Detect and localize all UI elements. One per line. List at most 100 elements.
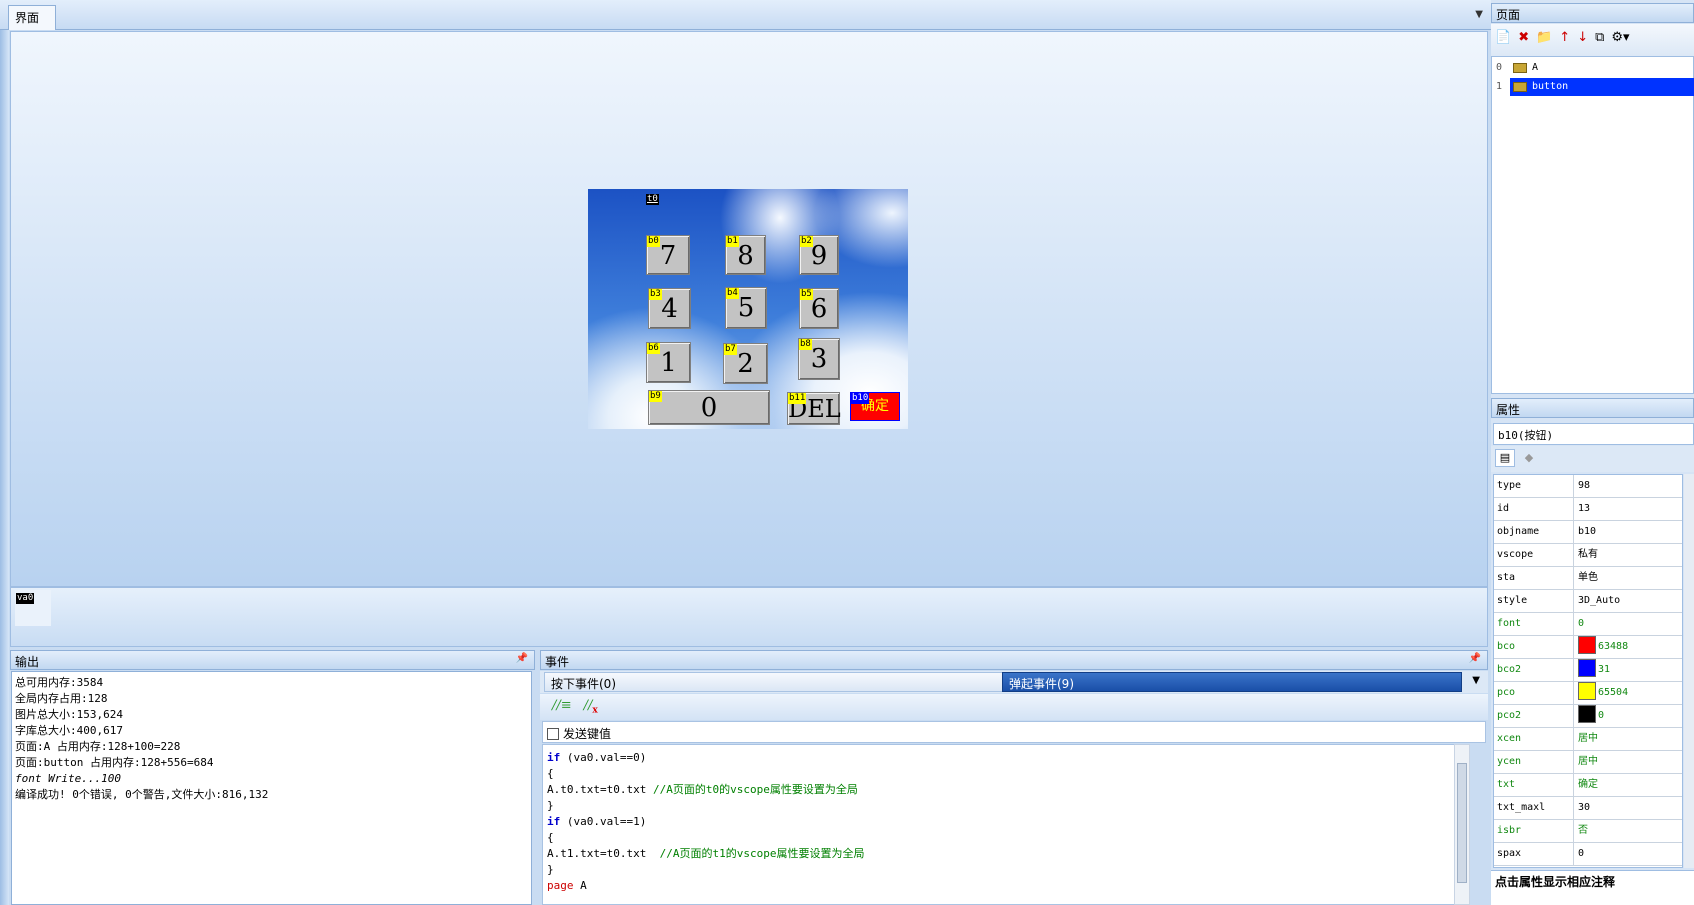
property-value[interactable]: 63488 xyxy=(1575,636,1681,658)
key-6-button[interactable]: b5 6 xyxy=(799,288,839,329)
key-label: 1 xyxy=(660,348,677,378)
key-tag: b0 xyxy=(647,236,660,247)
uncomment-icon[interactable]: //x xyxy=(584,698,598,716)
table-row[interactable]: type 98 xyxy=(1494,475,1682,498)
va0-tag[interactable]: va0 xyxy=(16,593,35,604)
table-row[interactable]: bco2 31 xyxy=(1494,659,1682,682)
add-page-icon[interactable]: 📄 xyxy=(1495,30,1511,45)
table-row[interactable]: objname b10 xyxy=(1494,521,1682,544)
property-value[interactable]: 否 xyxy=(1575,820,1681,842)
key-3-button[interactable]: b8 3 xyxy=(798,338,840,380)
send-key-row: 发送键值 xyxy=(542,721,1486,743)
del-button[interactable]: b11 DEL xyxy=(787,392,841,425)
confirm-button[interactable]: b10 确定 xyxy=(850,392,900,421)
property-key: id xyxy=(1494,498,1574,520)
table-row[interactable]: pco2 0 xyxy=(1494,705,1682,728)
key-4-button[interactable]: b3 4 xyxy=(648,288,691,329)
key-label: 0 xyxy=(700,393,718,423)
list-item[interactable]: 1 button xyxy=(1492,78,1694,96)
property-scrollbar[interactable] xyxy=(1684,474,1694,868)
tab-press-event[interactable]: 按下事件(0) xyxy=(544,672,1004,692)
output-title: 输出 xyxy=(15,655,40,669)
key-9-button[interactable]: b2 9 xyxy=(799,235,839,275)
color-swatch xyxy=(1578,682,1596,700)
table-row[interactable]: ycen 居中 xyxy=(1494,751,1682,774)
table-row[interactable]: sta 单色 xyxy=(1494,567,1682,590)
tab-release-event[interactable]: 弹起事件(9) xyxy=(1002,672,1462,692)
output-log[interactable]: 总可用内存:3584 全局内存占用:128 图片总大小:153,624 字库总大小:4… xyxy=(11,671,532,905)
event-toolbar: //≡ //x xyxy=(540,694,1488,720)
property-value[interactable]: 0 xyxy=(1575,613,1681,635)
categorized-icon[interactable]: ▤ xyxy=(1495,449,1515,467)
scroll-thumb[interactable] xyxy=(1457,763,1467,883)
key-tag: b6 xyxy=(647,343,660,354)
key-2-button[interactable]: b7 2 xyxy=(723,343,768,384)
property-value[interactable]: 98 xyxy=(1575,475,1681,497)
log-line: 图片总大小:153,624 xyxy=(15,708,123,721)
copy-page-icon[interactable]: ⧉ xyxy=(1595,30,1604,45)
table-row[interactable]: vscope 私有 xyxy=(1494,544,1682,567)
table-row[interactable]: id 13 xyxy=(1494,498,1682,521)
page-index: 1 xyxy=(1496,81,1503,92)
property-value[interactable]: 单色 xyxy=(1575,567,1681,589)
property-value[interactable]: 13 xyxy=(1575,498,1681,520)
non-visual-components-bar: va0 xyxy=(10,587,1488,647)
table-row[interactable]: txt_maxl 30 xyxy=(1494,797,1682,820)
table-row[interactable]: font 0 xyxy=(1494,613,1682,636)
property-value[interactable]: 65504 xyxy=(1575,682,1681,704)
key-label: 2 xyxy=(737,349,754,379)
property-value[interactable]: 30 xyxy=(1575,797,1681,819)
tab-dropdown-icon[interactable]: ▼ xyxy=(1475,9,1483,20)
table-row[interactable]: pco 65504 xyxy=(1494,682,1682,705)
t0-text-tag[interactable]: t0 xyxy=(646,194,659,205)
table-row[interactable]: xcen 居中 xyxy=(1494,728,1682,751)
sort-icon[interactable]: ◆ xyxy=(1519,450,1539,468)
event-code-editor[interactable]: if (va0.val==0) {A.t0.txt=t0.txt //A页面的t0… xyxy=(542,744,1470,905)
code-scrollbar[interactable] xyxy=(1454,744,1470,905)
key-5-button[interactable]: b4 5 xyxy=(725,287,767,329)
property-value[interactable]: 31 xyxy=(1575,659,1681,681)
property-value[interactable]: 确定 xyxy=(1575,774,1681,796)
property-value[interactable]: 居中 xyxy=(1575,751,1681,773)
color-swatch xyxy=(1578,659,1596,677)
send-key-label: 发送键值 xyxy=(563,727,612,741)
output-panel: 输出 📌 总可用内存:3584 全局内存占用:128 图片总大小:153,624 字库… xyxy=(10,650,535,905)
table-row[interactable]: isbr 否 xyxy=(1494,820,1682,843)
pin-icon[interactable]: 📌 xyxy=(1469,653,1481,664)
table-row[interactable]: bco 63488 xyxy=(1494,636,1682,659)
table-row[interactable]: txt 确定 xyxy=(1494,774,1682,797)
code-text: (va0.val==0) xyxy=(560,751,647,764)
property-value[interactable]: 0 xyxy=(1575,843,1681,865)
events-title: 事件 xyxy=(545,655,570,669)
log-line: 页面:button 占用内存:128+556=684 xyxy=(15,756,214,769)
list-item[interactable]: 0 A xyxy=(1492,59,1694,77)
screen-canvas[interactable]: t0 b0 7 b1 8 b2 9 b3 4 b4 5 b5 6 b6 1 b7 2 b8 3 b… xyxy=(588,189,908,429)
key-0-button[interactable]: b9 0 xyxy=(648,390,770,425)
chevron-down-icon[interactable]: ▼ xyxy=(1472,675,1480,686)
key-1-button[interactable]: b6 1 xyxy=(646,342,691,383)
property-key: bco xyxy=(1494,636,1574,658)
page-options-icon[interactable]: ⚙▾ xyxy=(1611,30,1629,45)
move-down-icon[interactable]: ↓ xyxy=(1577,30,1588,45)
property-value[interactable]: b10 xyxy=(1575,521,1681,543)
property-key: style xyxy=(1494,590,1574,612)
table-row[interactable]: spax 0 xyxy=(1494,843,1682,866)
property-value[interactable]: 3D_Auto xyxy=(1575,590,1681,612)
table-row[interactable]: style 3D_Auto xyxy=(1494,590,1682,613)
property-value[interactable]: 0 xyxy=(1575,705,1681,727)
tab-design[interactable]: 界面 xyxy=(8,5,56,30)
import-page-icon[interactable]: 📁 xyxy=(1536,30,1552,45)
pin-icon[interactable]: 📌 xyxy=(516,653,528,664)
object-selector[interactable]: b10(按钮) xyxy=(1493,423,1694,445)
send-key-checkbox[interactable] xyxy=(547,728,559,740)
property-value[interactable]: 私有 xyxy=(1575,544,1681,566)
property-value[interactable]: 居中 xyxy=(1575,728,1681,750)
key-7-button[interactable]: b0 7 xyxy=(646,235,690,275)
comment-icon[interactable]: //≡ xyxy=(552,698,572,713)
key-tag: b3 xyxy=(649,289,662,300)
page-icon xyxy=(1513,82,1527,92)
key-8-button[interactable]: b1 8 xyxy=(725,235,766,275)
delete-page-icon[interactable]: ✖ xyxy=(1518,30,1529,45)
move-up-icon[interactable]: ↑ xyxy=(1559,30,1570,45)
key-label: 4 xyxy=(661,294,678,324)
